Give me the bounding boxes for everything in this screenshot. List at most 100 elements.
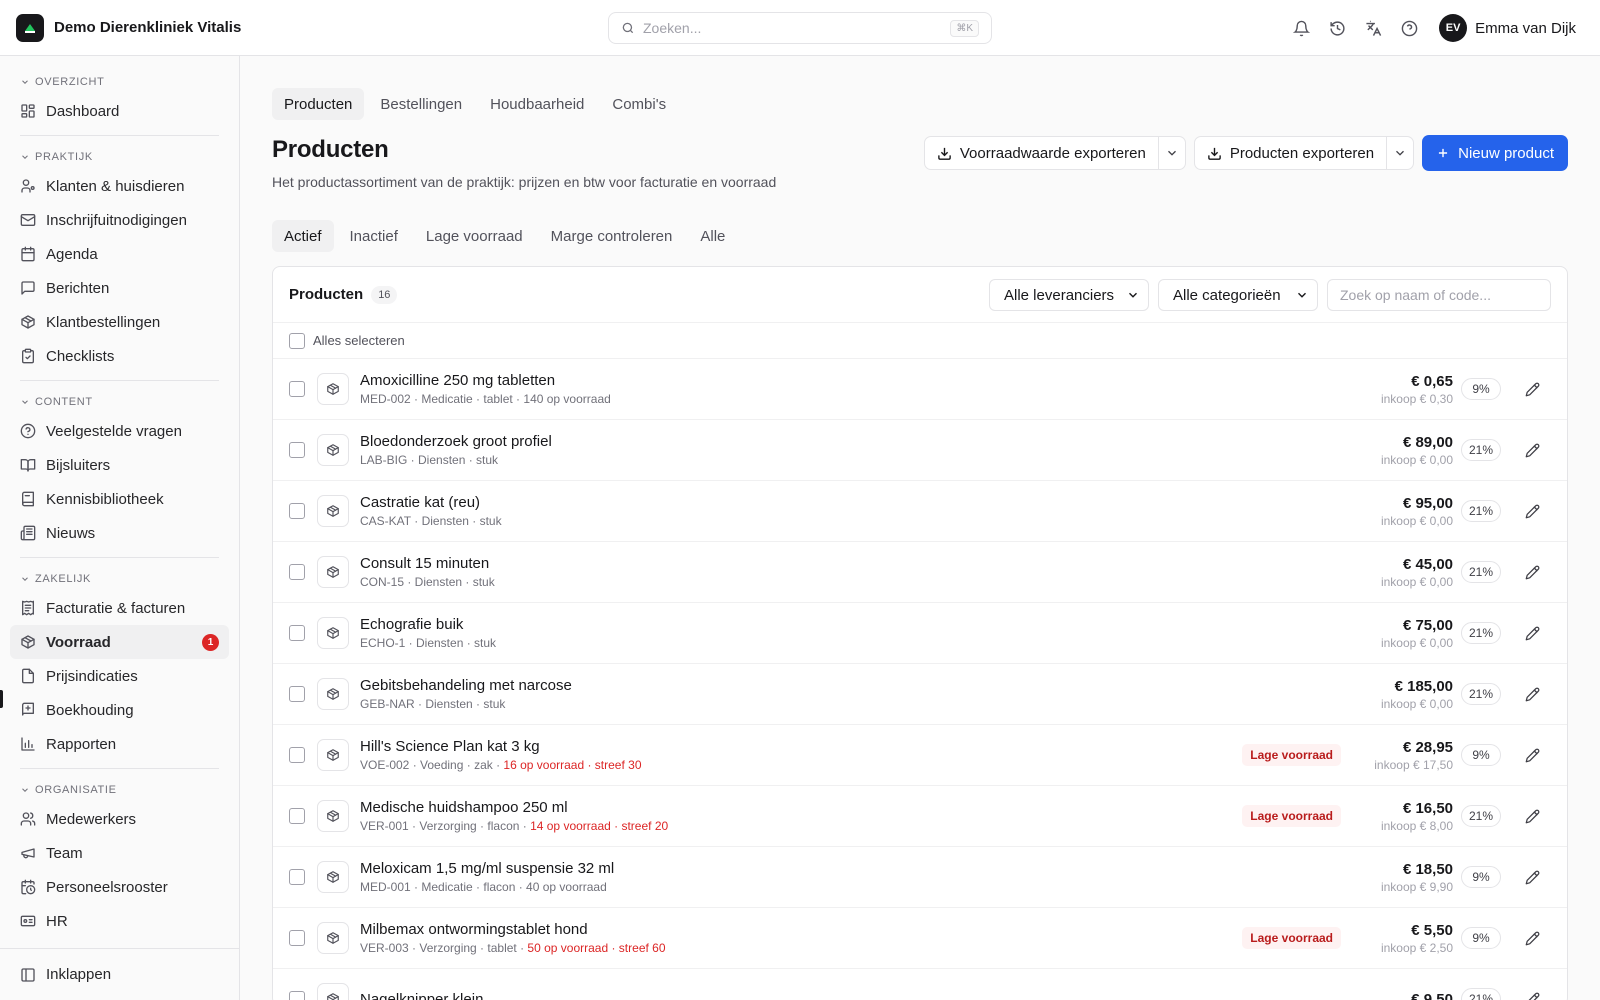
row-checkbox[interactable] (289, 930, 305, 946)
filter-tab-inactief[interactable]: Inactief (338, 220, 410, 252)
chart-icon (20, 736, 46, 752)
export-stock-dropdown[interactable] (1159, 137, 1185, 169)
brand[interactable]: Demo Dierenkliniek Vitalis (0, 13, 400, 42)
product-row[interactable]: Meloxicam 1,5 mg/ml suspensie 32 ml MED-0… (273, 847, 1567, 908)
edit-icon[interactable] (1517, 801, 1547, 831)
sidebar-divider (20, 135, 219, 136)
sidebar-item-rapporten[interactable]: Rapporten (10, 727, 229, 761)
product-name[interactable]: Castratie kat (reu) (360, 494, 502, 511)
user-menu[interactable]: EV Emma van Dijk (1439, 14, 1576, 42)
product-row[interactable]: Milbemax ontwormingstablet hond VER-003 ·… (273, 908, 1567, 969)
product-name[interactable]: Hill's Science Plan kat 3 kg (360, 738, 642, 755)
search-input[interactable]: Zoeken... ⌘K (608, 12, 992, 44)
sidebar-item-medewerkers[interactable]: Medewerkers (10, 802, 229, 836)
product-name[interactable]: Meloxicam 1,5 mg/ml suspensie 32 ml (360, 860, 614, 877)
translate-icon[interactable] (1355, 10, 1391, 46)
product-search-input[interactable]: Zoek op naam of code... (1327, 279, 1551, 311)
sidebar-section-overzicht[interactable]: OVERZICHT (10, 70, 229, 94)
export-stock-button[interactable]: Voorraadwaarde exporteren (925, 137, 1159, 169)
row-checkbox[interactable] (289, 503, 305, 519)
sidebar-item-checklists[interactable]: Checklists (10, 339, 229, 373)
product-row[interactable]: Consult 15 minuten CON-15 · Diensten · st… (273, 542, 1567, 603)
edit-icon[interactable] (1517, 679, 1547, 709)
edit-icon[interactable] (1517, 618, 1547, 648)
sidebar-item-boekhouding[interactable]: Boekhouding (10, 693, 229, 727)
edit-icon[interactable] (1517, 557, 1547, 587)
product-name[interactable]: Gebitsbehandeling met narcose (360, 677, 572, 694)
filter-tab-marge-controleren[interactable]: Marge controleren (539, 220, 685, 252)
row-checkbox[interactable] (289, 442, 305, 458)
product-name[interactable]: Nagelknipper klein (360, 991, 483, 1000)
new-product-button[interactable]: Nieuw product (1422, 135, 1568, 171)
product-name[interactable]: Milbemax ontwormingstablet hond (360, 921, 666, 938)
edit-icon[interactable] (1517, 740, 1547, 770)
row-checkbox[interactable] (289, 747, 305, 763)
sidebar-item-agenda[interactable]: Agenda (10, 237, 229, 271)
tab-bestellingen[interactable]: Bestellingen (368, 88, 474, 120)
sidebar-item-inschrijfuitnodigingen[interactable]: Inschrijfuitnodigingen (10, 203, 229, 237)
tab-houdbaarheid[interactable]: Houdbaarheid (478, 88, 596, 120)
sidebar-nav[interactable]: OVERZICHT Dashboard PRAKTIJK Klanten & huis… (0, 56, 239, 948)
sidebar-item-berichten[interactable]: Berichten (10, 271, 229, 305)
sidebar-item-facturatie-facturen[interactable]: Facturatie & facturen (10, 591, 229, 625)
sidebar-item-voorraad[interactable]: Voorraad 1 (10, 625, 229, 659)
select-all-checkbox[interactable] (289, 332, 305, 349)
supplier-select[interactable]: Alle leveranciers (989, 279, 1149, 311)
product-row[interactable]: Gebitsbehandeling met narcose GEB-NAR · D… (273, 664, 1567, 725)
edit-icon[interactable] (1517, 923, 1547, 953)
filter-tab-alle[interactable]: Alle (688, 220, 737, 252)
history-icon[interactable] (1319, 10, 1355, 46)
category-select[interactable]: Alle categorieën (1158, 279, 1318, 311)
product-row[interactable]: Bloedonderzoek groot profiel LAB-BIG · Di… (273, 420, 1567, 481)
sidebar-section-organisatie[interactable]: ORGANISATIE (10, 778, 229, 802)
row-checkbox[interactable] (289, 686, 305, 702)
product-name[interactable]: Medische huidshampoo 250 ml (360, 799, 668, 816)
sidebar-item-prijsindicaties[interactable]: Prijsindicaties (10, 659, 229, 693)
row-checkbox[interactable] (289, 564, 305, 580)
sidebar-item-kennisbibliotheek[interactable]: Kennisbibliotheek (10, 482, 229, 516)
product-name[interactable]: Amoxicilline 250 mg tabletten (360, 372, 611, 389)
sidebar-item-personeelsrooster[interactable]: Personeelsrooster (10, 870, 229, 904)
filter-tab-actief[interactable]: Actief (272, 220, 334, 252)
product-name[interactable]: Bloedonderzoek groot profiel (360, 433, 552, 450)
bell-icon[interactable] (1283, 10, 1319, 46)
sidebar-item-klanten-huisdieren[interactable]: Klanten & huisdieren (10, 169, 229, 203)
tab-combi-s[interactable]: Combi's (600, 88, 678, 120)
sidebar-section-zakelijk[interactable]: ZAKELIJK (10, 567, 229, 591)
edit-icon[interactable] (1517, 862, 1547, 892)
row-checkbox[interactable] (289, 869, 305, 885)
sidebar-item-veelgestelde-vragen[interactable]: Veelgestelde vragen (10, 414, 229, 448)
export-products-dropdown[interactable] (1387, 137, 1413, 169)
product-row[interactable]: Nagelknipper klein € 9,50 21% (273, 969, 1567, 1000)
sidebar-item-nieuws[interactable]: Nieuws (10, 516, 229, 550)
edit-icon[interactable] (1517, 435, 1547, 465)
sidebar-section-content[interactable]: CONTENT (10, 390, 229, 414)
sidebar-section-praktijk[interactable]: PRAKTIJK (10, 145, 229, 169)
tab-producten[interactable]: Producten (272, 88, 365, 120)
row-checkbox[interactable] (289, 625, 305, 641)
sidebar-item-dashboard[interactable]: Dashboard (10, 94, 229, 128)
row-checkbox[interactable] (289, 381, 305, 397)
filter-tab-lage-voorraad[interactable]: Lage voorraad (414, 220, 535, 252)
edit-icon[interactable] (1517, 374, 1547, 404)
product-row[interactable]: Hill's Science Plan kat 3 kg VOE-002 · Vo… (273, 725, 1567, 786)
product-row[interactable]: Medische huidshampoo 250 ml VER-001 · Ver… (273, 786, 1567, 847)
help-icon[interactable] (1391, 10, 1427, 46)
export-products-button[interactable]: Producten exporteren (1195, 137, 1388, 169)
sidebar-item-bijsluiters[interactable]: Bijsluiters (10, 448, 229, 482)
sidebar-item-klantbestellingen[interactable]: Klantbestellingen (10, 305, 229, 339)
product-name[interactable]: Echografie buik (360, 616, 496, 633)
collapse-button[interactable]: Inklappen (0, 948, 239, 1000)
row-checkbox[interactable] (289, 808, 305, 824)
product-row[interactable]: Echografie buik ECHO-1 · Diensten · stuk €… (273, 603, 1567, 664)
chevron-down-icon (22, 788, 28, 792)
product-row[interactable]: Amoxicilline 250 mg tabletten MED-002 · M… (273, 359, 1567, 420)
row-checkbox[interactable] (289, 991, 305, 1000)
product-cost: inkoop € 9,90 (1380, 879, 1453, 894)
edit-icon[interactable] (1517, 984, 1547, 1000)
edit-icon[interactable] (1517, 496, 1547, 526)
product-name[interactable]: Consult 15 minuten (360, 555, 495, 572)
sidebar-item-hr[interactable]: HR (10, 904, 229, 938)
sidebar-item-team[interactable]: Team (10, 836, 229, 870)
product-row[interactable]: Castratie kat (reu) CAS-KAT · Diensten · … (273, 481, 1567, 542)
